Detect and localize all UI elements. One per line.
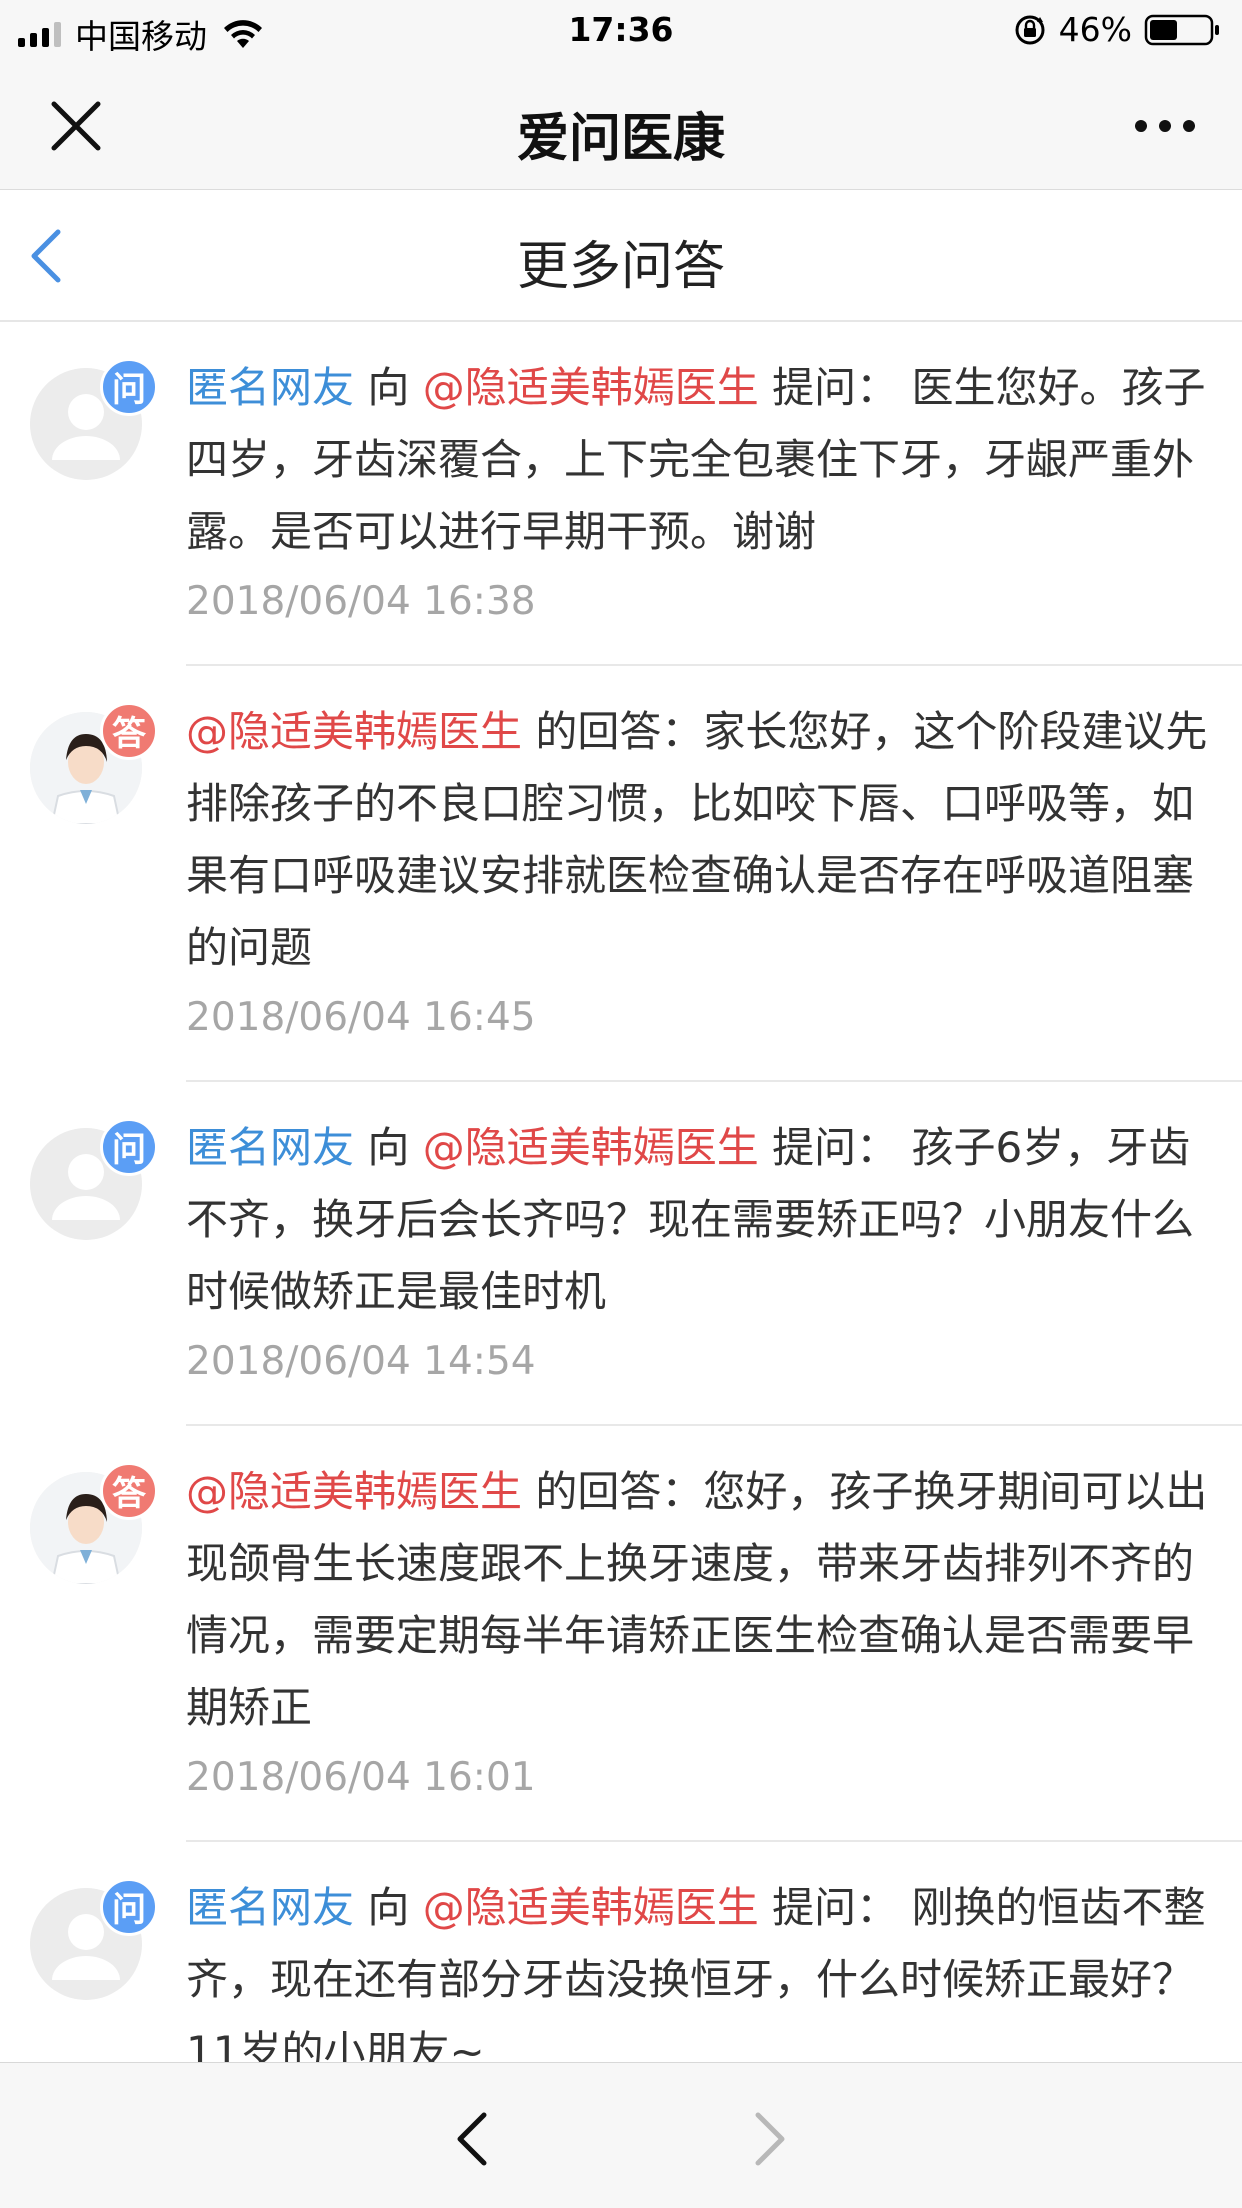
- answer-badge: 答: [100, 702, 158, 760]
- answer-badge: 答: [100, 1462, 158, 1520]
- battery-icon: [1144, 14, 1219, 45]
- avatar-container: 答: [30, 702, 158, 828]
- answer-text-block: @隐适美韩嫣医生 的回答：家长您好，这个阶段建议先排除孩子的不良口腔习惯，比如咬…: [186, 696, 1212, 984]
- to-word: 向: [367, 1883, 410, 1932]
- avatar-container: 答: [30, 1462, 158, 1588]
- answer-item[interactable]: 答 @隐适美韩嫣医生 的回答：您好，孩子换牙期间可以出现颌骨生长速度跟不上换牙速…: [0, 1426, 1242, 1842]
- timestamp: 2018/06/04 16:45: [186, 995, 536, 1040]
- action-label: 的回答：: [535, 1467, 704, 1516]
- avatar-container: 问: [30, 358, 158, 484]
- question-text-block: 匿名网友 向 @隐适美韩嫣医生 提问： 刚换的恒齿不整齐，现在还有部分牙齿没换恒…: [186, 1872, 1212, 2062]
- doctor-name[interactable]: @隐适美韩嫣医生: [423, 1883, 759, 1932]
- app-nav-bar: 爱问医康: [0, 62, 1242, 190]
- question-badge: 问: [100, 1878, 158, 1936]
- to-word: 向: [367, 1123, 410, 1172]
- doctor-name[interactable]: @隐适美韩嫣医生: [423, 363, 759, 412]
- more-options-icon[interactable]: [1132, 116, 1198, 136]
- answer-item[interactable]: 答 @隐适美韩嫣医生 的回答：家长您好，这个阶段建议先排除孩子的不良口腔习惯，比…: [0, 666, 1242, 1082]
- doctor-name[interactable]: @隐适美韩嫣医生: [186, 1467, 522, 1516]
- action-label: 提问：: [772, 1123, 899, 1172]
- question-badge: 问: [100, 358, 158, 416]
- question-item[interactable]: 问 匿名网友 向 @隐适美韩嫣医生 提问： 刚换的恒齿不整齐，现在还有部分牙齿没…: [0, 1842, 1242, 2062]
- action-label: 提问：: [772, 1883, 899, 1932]
- bottom-toolbar: [0, 2062, 1242, 2208]
- browser-back-icon[interactable]: [452, 2109, 492, 2169]
- page-title: 更多问答: [516, 237, 725, 297]
- battery-percent: 46%: [1058, 10, 1132, 49]
- question-item[interactable]: 问 匿名网友 向 @隐适美韩嫣医生 提问： 孩子6岁，牙齿不齐，换牙后会长齐吗？…: [0, 1082, 1242, 1426]
- question-item[interactable]: 问 匿名网友 向 @隐适美韩嫣医生 提问： 医生您好。孩子四岁，牙齿深覆合，上下…: [0, 322, 1242, 666]
- timestamp: 2018/06/04 16:01: [186, 1755, 536, 1800]
- browser-forward-icon[interactable]: [750, 2109, 790, 2169]
- question-text-block: 匿名网友 向 @隐适美韩嫣医生 提问： 孩子6岁，牙齿不齐，换牙后会长齐吗？现在…: [186, 1112, 1212, 1328]
- answer-text-block: @隐适美韩嫣医生 的回答：您好，孩子换牙期间可以出现颌骨生长速度跟不上换牙速度，…: [186, 1456, 1212, 1744]
- qa-list[interactable]: 问 匿名网友 向 @隐适美韩嫣医生 提问： 医生您好。孩子四岁，牙齿深覆合，上下…: [0, 322, 1242, 2062]
- user-name[interactable]: 匿名网友: [186, 1883, 354, 1932]
- action-label: 提问：: [772, 363, 899, 412]
- question-badge: 问: [100, 1118, 158, 1176]
- app-title: 爱问医康: [516, 109, 725, 169]
- status-right: 46%: [1013, 10, 1222, 49]
- doctor-name[interactable]: @隐适美韩嫣医生: [423, 1123, 759, 1172]
- page-header: 更多问答: [0, 190, 1242, 322]
- timestamp: 2018/06/04 16:38: [186, 579, 536, 624]
- rotation-lock-icon: [1015, 15, 1045, 44]
- avatar-container: 问: [30, 1118, 158, 1244]
- user-name[interactable]: 匿名网友: [186, 363, 354, 412]
- status-bar: 中国移动 17:36 46%: [0, 0, 1242, 62]
- timestamp: 2018/06/04 14:54: [186, 1339, 536, 1384]
- question-text-block: 匿名网友 向 @隐适美韩嫣医生 提问： 医生您好。孩子四岁，牙齿深覆合，上下完全…: [186, 352, 1212, 568]
- user-name[interactable]: 匿名网友: [186, 1123, 354, 1172]
- doctor-name[interactable]: @隐适美韩嫣医生: [186, 707, 522, 756]
- to-word: 向: [367, 363, 410, 412]
- avatar-container: 问: [30, 1878, 158, 2004]
- action-label: 的回答：: [535, 707, 704, 756]
